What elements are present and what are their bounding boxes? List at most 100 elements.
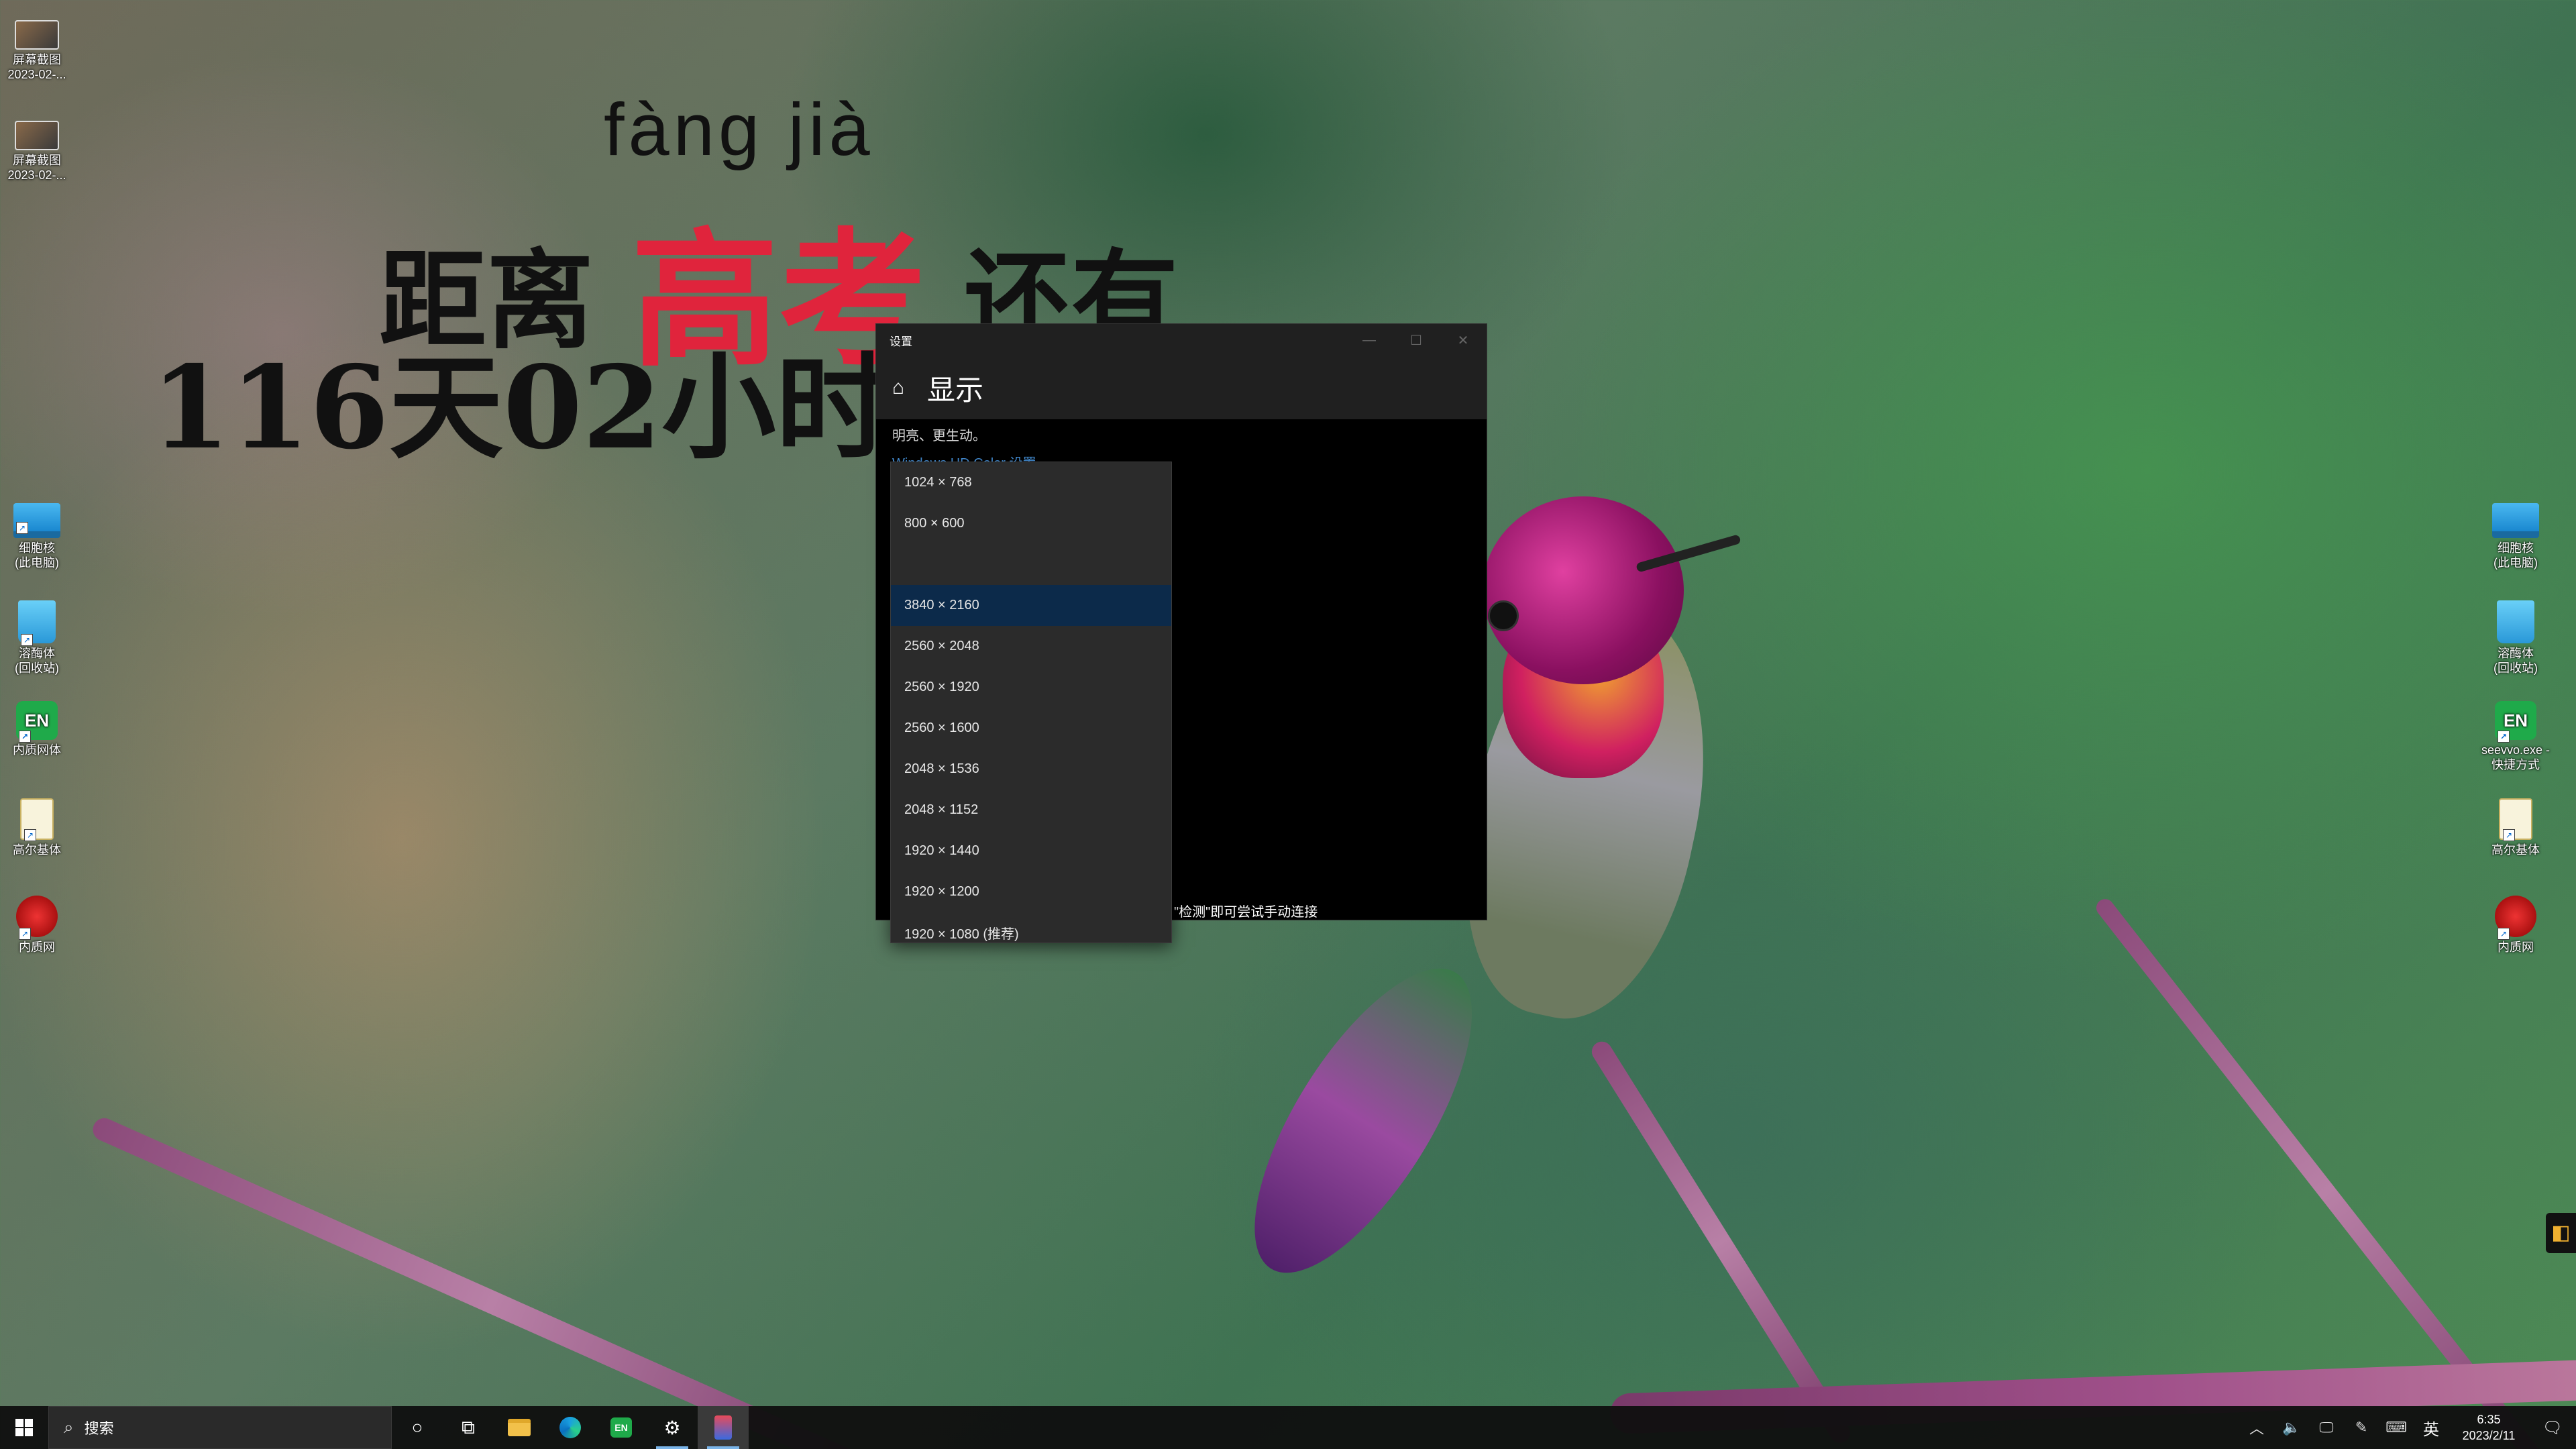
desktop-icon-recycle-bin-left[interactable]: ↗ 溶酶体 (回收站) — [0, 600, 74, 676]
windows-logo-icon — [15, 1419, 33, 1436]
keyboard-icon[interactable]: ⌨ — [2379, 1419, 2414, 1436]
resolution-option[interactable]: 1024 × 768 — [891, 462, 1171, 503]
resolution-option-blank — [891, 544, 1171, 585]
desktop-icon-label: 高尔基体 — [2491, 843, 2540, 857]
desktop-icon-document-right[interactable]: ↗ 高尔基体 — [2479, 798, 2553, 857]
taskbar-clock[interactable]: 6:35 2023/2/11 — [2449, 1411, 2529, 1444]
hummingbird-eye — [1488, 600, 1519, 631]
floating-edge-widget-icon[interactable]: ◧ — [2546, 1213, 2576, 1253]
pinyin-text: fàng jià — [604, 89, 874, 171]
shortcut-arrow-icon: ↗ — [19, 928, 31, 940]
resolution-option[interactable]: 2560 × 1920 — [891, 667, 1171, 708]
desktop-icon-label: 高尔基体 — [13, 843, 61, 857]
desktop-icon-document-left[interactable]: ↗ 高尔基体 — [0, 798, 74, 857]
notification-center-icon[interactable]: 🗨 — [2529, 1418, 2576, 1438]
document-icon: ↗ — [20, 798, 54, 841]
settings-taskbar-button[interactable]: ⚙ — [647, 1406, 698, 1449]
desktop-icon-label: 溶酶体 (回收站) — [2493, 647, 2538, 675]
desktop-icon-recycle-bin-right[interactable]: 溶酶体 (回收站) — [2479, 600, 2553, 676]
hummingbird-wing — [1214, 937, 1513, 1304]
desktop-icon-label: 溶酶体 (回收站) — [15, 647, 59, 675]
desktop-icon-label: 内质网 — [19, 941, 55, 954]
hd-color-description: 明亮、更生动。 — [892, 429, 986, 443]
branch-center — [1588, 1038, 1854, 1447]
desktop-icon-screenshot-2[interactable]: 屏幕截图 2023-02-... — [0, 121, 74, 182]
desktop-icon-label: 内质网体 — [13, 743, 61, 757]
clock-date: 2023/2/11 — [2462, 1429, 2516, 1442]
desktop-icon-label: 内质网 — [2498, 941, 2534, 954]
minimize-button[interactable]: — — [1346, 324, 1393, 356]
desktop-icon-this-pc-right[interactable]: 细胞核 (此电脑) — [2479, 503, 2553, 570]
ime-indicator[interactable]: 英 — [2414, 1416, 2449, 1440]
desktop-icon-label: 细胞核 (此电脑) — [15, 541, 59, 570]
shortcut-arrow-icon: ↗ — [2498, 928, 2510, 940]
window-titlebar[interactable]: 设置 — ☐ ✕ — [876, 324, 1487, 356]
window-controls: — ☐ ✕ — [1346, 324, 1487, 356]
desktop-icon-label: seevvo.exe - 快捷方式 — [2481, 743, 2551, 771]
edge-icon — [559, 1417, 581, 1438]
resolution-option[interactable]: 1920 × 1080 (推荐) — [891, 912, 1171, 943]
shortcut-arrow-icon: ↗ — [16, 522, 28, 534]
weibo-icon: ↗ — [2495, 896, 2536, 940]
search-placeholder: 搜索 — [84, 1420, 114, 1437]
desktop-icon-label: 屏幕截图 2023-02-... — [7, 154, 66, 182]
weibo-icon: ↗ — [16, 896, 58, 940]
pen-icon[interactable]: ✎ — [2344, 1419, 2379, 1436]
resolution-option[interactable]: 2048 × 1152 — [891, 790, 1171, 830]
desktop-icon-en-app-right[interactable]: EN ↗ seevvo.exe - 快捷方式 — [2479, 701, 2553, 772]
home-icon[interactable]: ⌂ — [892, 378, 912, 398]
resolution-option[interactable]: 800 × 600 — [891, 503, 1171, 544]
screenshot-thumbnail-icon — [15, 121, 59, 150]
resolution-option[interactable]: 1920 × 1200 — [891, 871, 1171, 912]
en-app-icon: EN ↗ — [16, 701, 58, 743]
desktop-icon-weibo-left[interactable]: ↗ 内质网 — [0, 896, 74, 955]
desktop-icon-label: 细胞核 (此电脑) — [2493, 541, 2538, 570]
chevron-up-icon[interactable]: ︿ — [2239, 1417, 2274, 1438]
page-title: 显示 — [927, 374, 984, 406]
cortana-circle-icon: ○ — [411, 1417, 423, 1438]
shortcut-arrow-icon: ↗ — [24, 829, 36, 841]
screenshot-thumbnail-icon — [15, 20, 59, 50]
network-icon[interactable]: 🖵 — [2309, 1419, 2344, 1436]
app-icon — [714, 1415, 732, 1440]
countdown-value: 116天02小时2 — [151, 341, 969, 475]
system-tray: ︿ 🔈 🖵 ✎ ⌨ 英 6:35 2023/2/11 🗨 — [2239, 1406, 2576, 1449]
en-app-icon: EN — [610, 1417, 632, 1438]
page-header: ⌂ 显示 — [876, 356, 1487, 419]
taskbar-search-box[interactable]: ⌕ 搜索 — [48, 1406, 392, 1449]
desktop-icon-this-pc-left[interactable]: ↗ 细胞核 (此电脑) — [0, 503, 74, 570]
detect-hint-text: "检测"即可尝试手动连接 — [1174, 905, 1318, 920]
edge-browser-button[interactable] — [545, 1406, 596, 1449]
resolution-option[interactable]: 1920 × 1440 — [891, 830, 1171, 871]
en-app-icon: EN ↗ — [2495, 701, 2536, 743]
clock-time: 6:35 — [2477, 1413, 2501, 1426]
shortcut-arrow-icon: ↗ — [2498, 731, 2510, 743]
this-pc-icon — [2492, 503, 2539, 538]
file-explorer-button[interactable] — [494, 1406, 545, 1449]
desktop-icon-screenshot-1[interactable]: 屏幕截图 2023-02-... — [0, 20, 74, 82]
task-view-icon: ⧉ — [462, 1416, 475, 1438]
document-icon: ↗ — [2499, 798, 2532, 841]
search-icon: ⌕ — [64, 1417, 74, 1437]
shortcut-arrow-icon: ↗ — [19, 731, 31, 743]
desktop-icon-weibo-right[interactable]: ↗ 内质网 — [2479, 896, 2553, 955]
app-taskbar-button[interactable] — [698, 1406, 749, 1449]
resolution-option-selected[interactable]: 3840 × 2160 — [891, 585, 1171, 626]
folder-icon — [508, 1419, 531, 1436]
taskbar: ⌕ 搜索 ○ ⧉ EN ⚙ ︿ 🔈 🖵 ✎ ⌨ 英 6:35 2023/2/11… — [0, 1406, 2576, 1449]
resolution-option[interactable]: 2048 × 1536 — [891, 749, 1171, 790]
en-app-taskbar-button[interactable]: EN — [596, 1406, 647, 1449]
desktop-icon-en-app-left[interactable]: EN ↗ 内质网体 — [0, 701, 74, 757]
volume-icon[interactable]: 🔈 — [2274, 1419, 2309, 1436]
resolution-option[interactable]: 2560 × 1600 — [891, 708, 1171, 749]
maximize-button[interactable]: ☐ — [1393, 324, 1440, 356]
resolution-dropdown-list[interactable]: 1024 × 768 800 × 600 3840 × 2160 2560 × … — [890, 462, 1172, 943]
cortana-button[interactable]: ○ — [392, 1406, 443, 1449]
gear-icon: ⚙ — [663, 1417, 681, 1438]
desktop-icon-label: 屏幕截图 2023-02-... — [7, 53, 66, 81]
start-button[interactable] — [0, 1406, 48, 1449]
hummingbird-head — [1483, 496, 1684, 684]
close-button[interactable]: ✕ — [1440, 324, 1487, 356]
task-view-button[interactable]: ⧉ — [443, 1406, 494, 1449]
resolution-option[interactable]: 2560 × 2048 — [891, 626, 1171, 667]
